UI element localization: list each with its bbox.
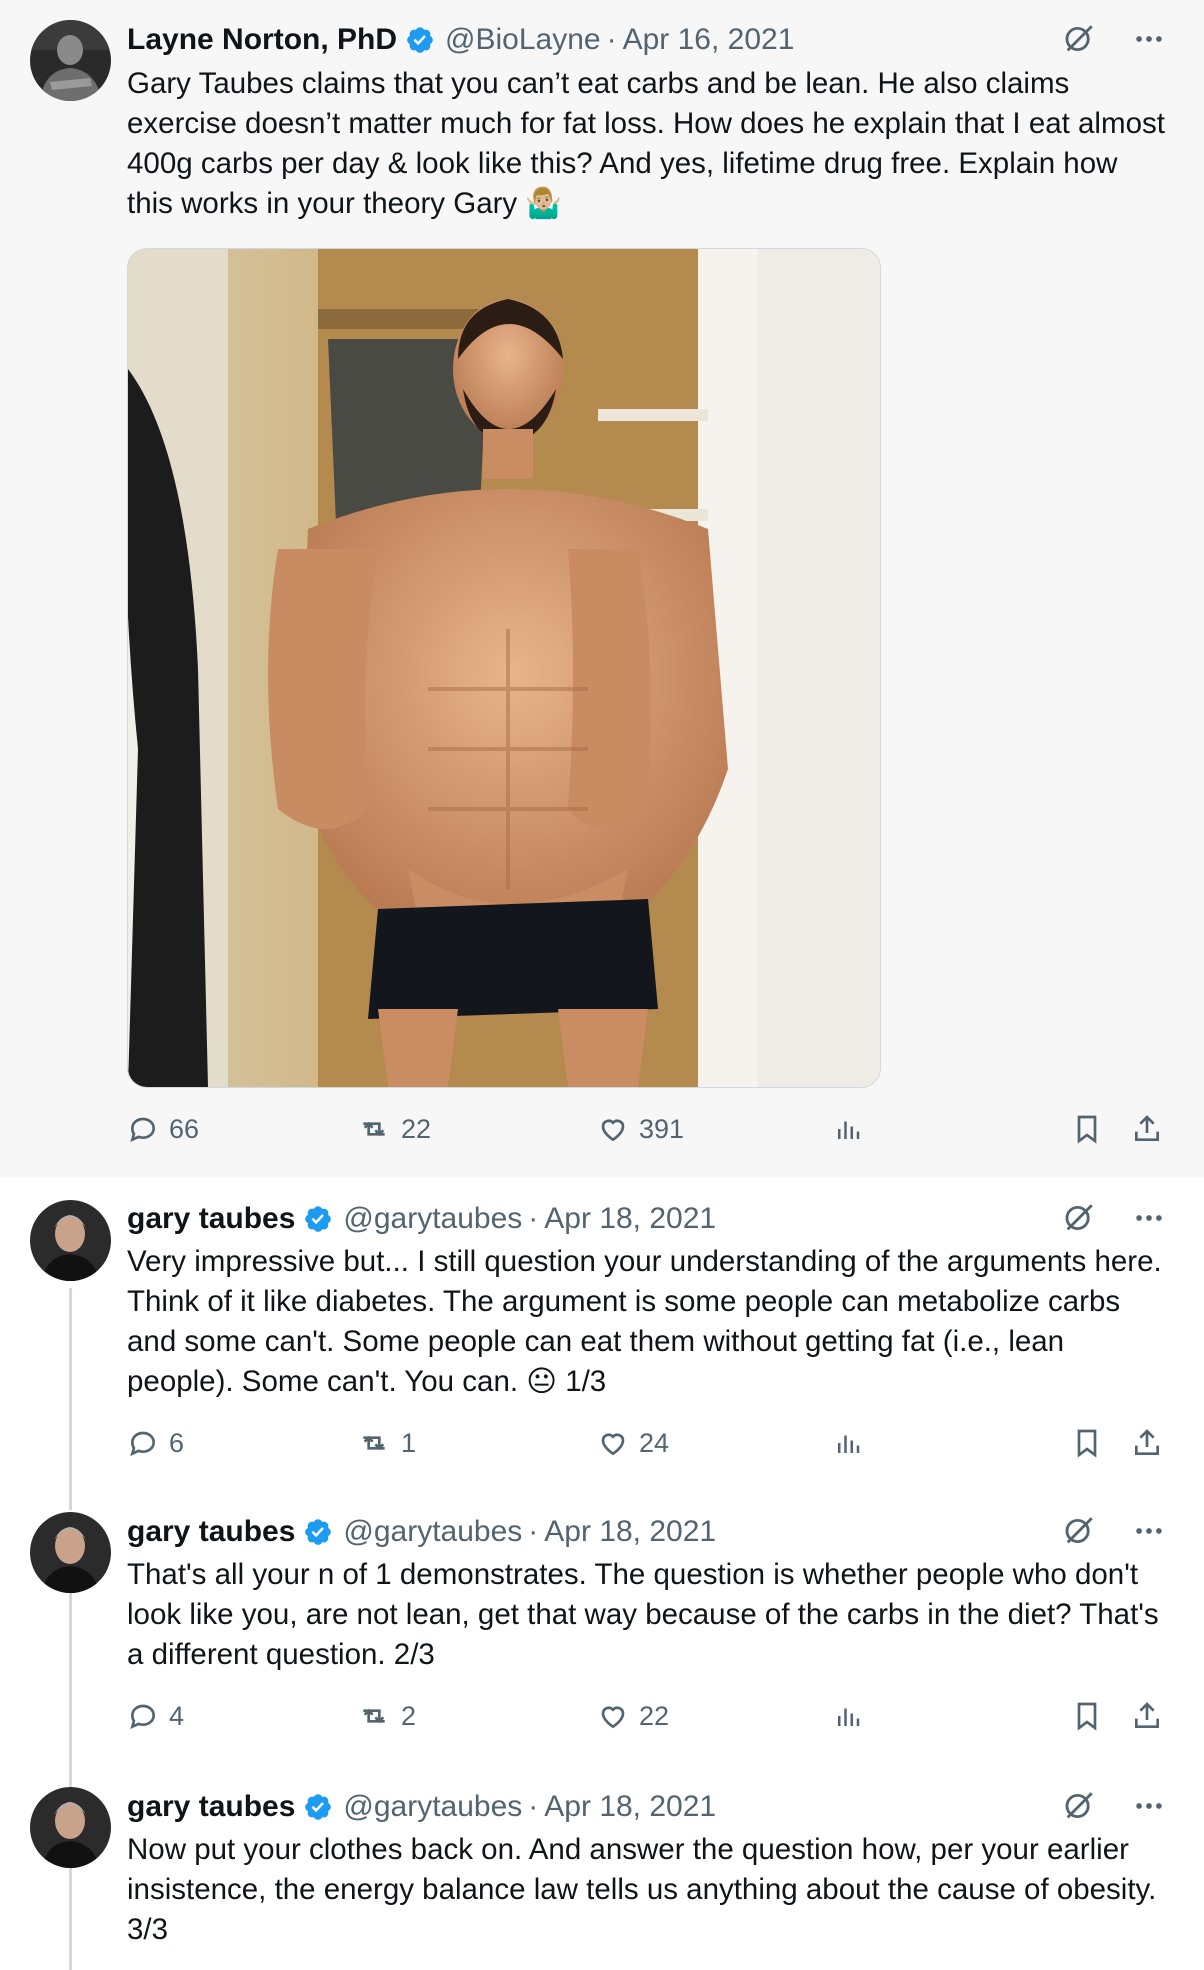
grok-icon[interactable] [1062, 1201, 1096, 1240]
author-handle[interactable]: @garytaubes [343, 1515, 522, 1549]
share-icon [1135, 1115, 1159, 1141]
tweet-text: Now put your clothes back on. And answer… [127, 1833, 1157, 1946]
repost-button[interactable]: 2 [357, 1700, 416, 1732]
tweet-text: Gary Taubes claims that you can’t eat ca… [127, 67, 1165, 220]
bookmark-icon [1077, 1429, 1097, 1458]
like-button[interactable]: 24 [597, 1427, 669, 1459]
bookmark-button[interactable] [1071, 1113, 1103, 1145]
separator: · [528, 1790, 539, 1823]
like-button[interactable]: 391 [597, 1113, 684, 1145]
verified-badge-icon [303, 1204, 333, 1234]
tweet-header: gary taubes @garytaubes · Apr 18, 2021 [127, 1512, 716, 1552]
share-icon [1135, 1429, 1159, 1455]
avatar[interactable] [30, 1787, 111, 1868]
like-icon [601, 1706, 625, 1729]
reply-button[interactable]: 66 [127, 1113, 199, 1145]
share-button[interactable] [1131, 1113, 1163, 1145]
views-icon [838, 1435, 860, 1453]
tweet-date[interactable]: Apr 18, 2021 [544, 1202, 716, 1236]
reply-icon [130, 1431, 156, 1457]
tweet-date[interactable]: Apr 16, 2021 [623, 23, 795, 57]
reply-icon [130, 1704, 156, 1730]
author-handle[interactable]: @garytaubes [343, 1790, 522, 1824]
tweet-header: gary taubes @garytaubes · Apr 18, 2021 [127, 1787, 716, 1827]
repost-button[interactable]: 22 [357, 1113, 431, 1145]
like-count: 22 [639, 1700, 670, 1731]
tweet-date[interactable]: Apr 18, 2021 [544, 1790, 716, 1824]
grok-icon[interactable] [1062, 1514, 1096, 1553]
bookmark-button[interactable] [1071, 1427, 1103, 1459]
more-icon[interactable] [1132, 1514, 1166, 1553]
reply-count: 6 [169, 1427, 185, 1458]
tweet[interactable]: Layne Norton, PhD @BioLayne · Apr 16, 20… [0, 0, 1204, 1177]
author-handle[interactable]: @garytaubes [343, 1202, 522, 1236]
author-name[interactable]: gary taubes [127, 1515, 295, 1549]
views-icon [838, 1708, 860, 1726]
verified-badge-icon [405, 25, 435, 55]
repost-count: 2 [401, 1700, 417, 1731]
separator: · [606, 23, 617, 56]
avatar[interactable] [30, 20, 111, 101]
verified-badge-icon [303, 1792, 333, 1822]
tweet-actions: 66 22 391 [127, 1113, 1167, 1153]
tweet[interactable]: gary taubes @garytaubes · Apr 18, 2021 T… [0, 1492, 1204, 1767]
tweet-photo[interactable] [127, 248, 881, 1088]
tweet[interactable]: gary taubes @garytaubes · Apr 18, 2021 N… [0, 1767, 1204, 1970]
repost-icon [363, 1121, 385, 1137]
share-button[interactable] [1131, 1427, 1163, 1459]
separator: · [528, 1515, 539, 1548]
views-icon [838, 1121, 860, 1139]
share-icon [1135, 1702, 1159, 1728]
tweet[interactable]: gary taubes @garytaubes · Apr 18, 2021 V… [0, 1177, 1204, 1492]
repost-button[interactable]: 1 [357, 1427, 416, 1459]
like-icon [601, 1433, 625, 1456]
tweet-date[interactable]: Apr 18, 2021 [544, 1515, 716, 1549]
tweet-text: Very impressive but... I still question … [127, 1245, 1162, 1398]
reply-button[interactable]: 4 [127, 1700, 184, 1732]
more-icon[interactable] [1132, 1201, 1166, 1240]
reply-count: 66 [169, 1113, 200, 1144]
author-name[interactable]: gary taubes [127, 1202, 295, 1236]
views-button[interactable] [833, 1700, 863, 1732]
reply-count: 4 [169, 1700, 185, 1731]
avatar[interactable] [30, 1200, 111, 1281]
views-button[interactable] [833, 1113, 863, 1145]
grok-icon[interactable] [1062, 1789, 1096, 1828]
reply-icon [130, 1117, 156, 1143]
repost-count: 1 [401, 1427, 417, 1458]
like-count: 391 [639, 1113, 685, 1144]
tweet-text: That's all your n of 1 demonstrates. The… [127, 1558, 1159, 1671]
bookmark-button[interactable] [1071, 1700, 1103, 1732]
like-button[interactable]: 22 [597, 1700, 669, 1732]
like-icon [601, 1119, 625, 1142]
verified-badge-icon [303, 1517, 333, 1547]
more-icon[interactable] [1132, 22, 1166, 61]
repost-icon [363, 1708, 385, 1724]
bookmark-icon [1077, 1702, 1097, 1731]
more-icon[interactable] [1132, 1789, 1166, 1828]
like-count: 24 [639, 1427, 670, 1458]
author-handle[interactable]: @BioLayne [445, 23, 601, 57]
tweet-actions: 4 2 22 [127, 1700, 1167, 1740]
repost-count: 22 [401, 1113, 432, 1144]
bookmark-icon [1077, 1115, 1097, 1144]
author-name[interactable]: gary taubes [127, 1790, 295, 1824]
tweet-header: Layne Norton, PhD @BioLayne · Apr 16, 20… [127, 20, 794, 60]
separator: · [528, 1202, 539, 1235]
tweet-actions: 6 1 24 [127, 1427, 1167, 1467]
views-button[interactable] [833, 1427, 863, 1459]
reply-button[interactable]: 6 [127, 1427, 184, 1459]
avatar[interactable] [30, 1512, 111, 1593]
tweet-header: gary taubes @garytaubes · Apr 18, 2021 [127, 1199, 716, 1239]
author-name[interactable]: Layne Norton, PhD [127, 23, 397, 57]
repost-icon [363, 1435, 385, 1451]
share-button[interactable] [1131, 1700, 1163, 1732]
grok-icon[interactable] [1062, 22, 1096, 61]
